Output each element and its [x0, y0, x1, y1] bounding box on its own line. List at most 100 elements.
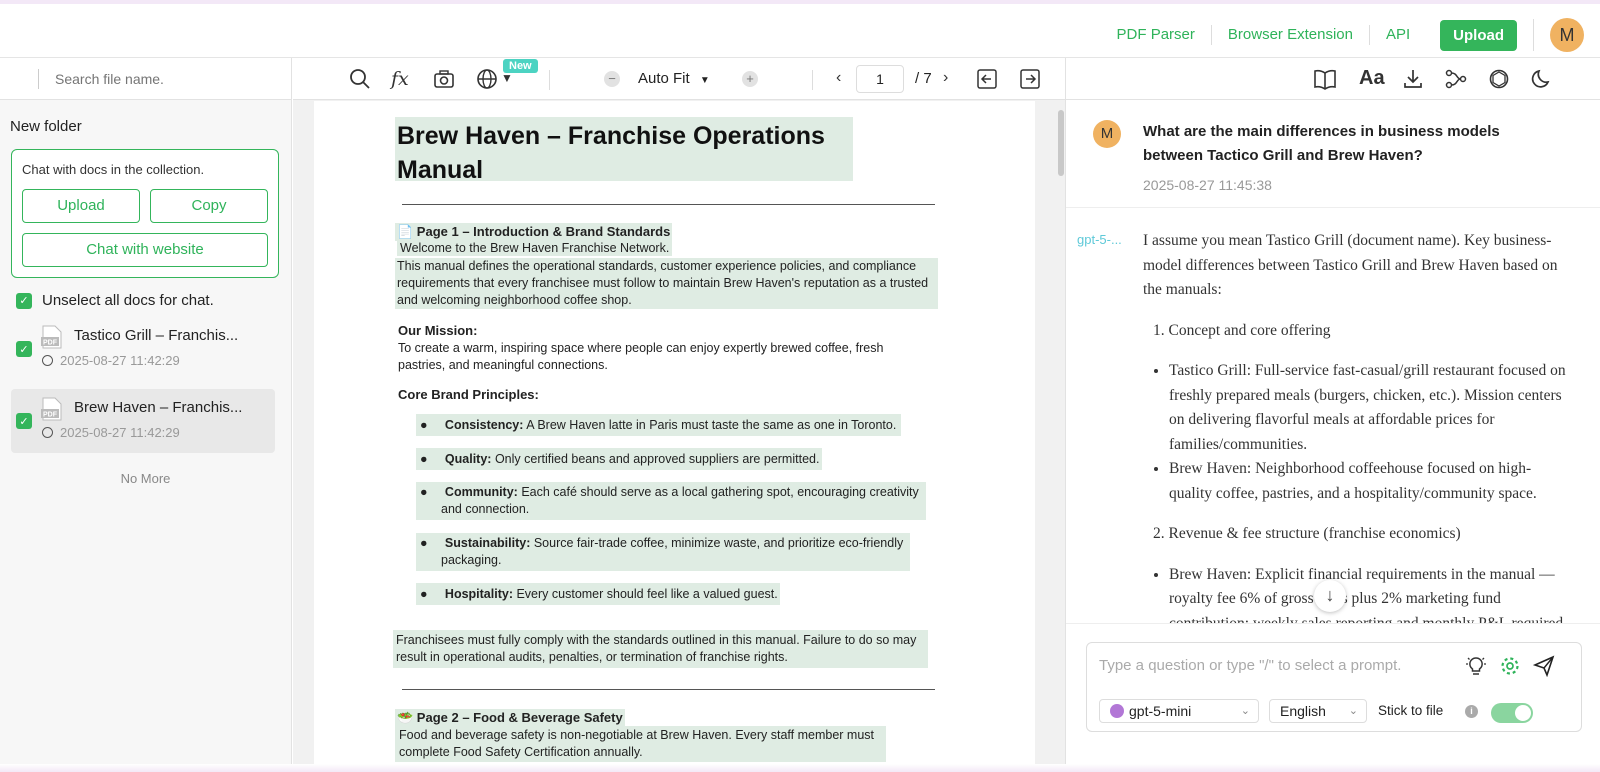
model-logo-icon	[1110, 704, 1124, 718]
divider	[402, 689, 935, 690]
doc-item-tastico[interactable]: ✓ PDF Tastico Grill – Franchis... 2025-0…	[11, 317, 275, 381]
pdf-parser-link[interactable]: PDF Parser	[1101, 25, 1212, 45]
principle-term: Hospitality:	[444, 587, 513, 601]
model-tag: gpt-5-...	[1077, 232, 1122, 247]
principle-term: Sustainability:	[444, 536, 531, 550]
chevron-right-icon[interactable]: ›	[943, 69, 948, 87]
chevron-down-icon[interactable]: ▼	[501, 71, 513, 85]
chat-toolbar: Aa	[1066, 58, 1600, 100]
checkbox-checked-icon[interactable]: ✓	[16, 292, 32, 309]
page1-heading: 📄 Page 1 – Introduction & Brand Standard…	[395, 223, 673, 241]
folder-title: New folder	[10, 118, 82, 135]
collection-box: Chat with docs in the collection. Upload…	[11, 149, 279, 278]
first-page-icon[interactable]	[976, 68, 998, 90]
lightbulb-icon[interactable]	[1465, 655, 1487, 677]
scroll-down-button[interactable]: ↓	[1314, 580, 1346, 612]
upload-button[interactable]: Upload	[22, 189, 140, 223]
toggle-knob	[1515, 705, 1531, 721]
last-page-icon[interactable]	[1019, 68, 1041, 90]
user-avatar: M	[1093, 120, 1121, 148]
doc-name: Tastico Grill – Franchis...	[74, 327, 239, 344]
answer-text: I assume you mean Tastico Grill (documen…	[1143, 229, 1573, 623]
avatar-wrap: M	[1533, 18, 1600, 52]
page-total: / 7	[915, 70, 932, 87]
zoom-in-button[interactable]: +	[742, 71, 758, 87]
answer-item-2: 2. Revenue & fee structure (franchise ec…	[1153, 525, 1461, 542]
header-upload-button[interactable]: Upload	[1440, 19, 1517, 51]
clock-icon	[42, 427, 53, 438]
language-select[interactable]: English ⌄	[1269, 699, 1367, 723]
doc-date-text: 2025-08-27 11:42:29	[60, 353, 180, 368]
svg-text:PDF: PDF	[43, 340, 58, 347]
font-size-icon[interactable]: Aa	[1359, 67, 1385, 90]
moon-icon[interactable]	[1531, 68, 1553, 90]
divider	[1066, 623, 1600, 624]
translate-globe-icon[interactable]	[476, 68, 498, 90]
page2-heading: 🥗 Page 2 – Food & Beverage Safety	[395, 709, 625, 727]
unselect-all-row[interactable]: ✓ Unselect all docs for chat.	[0, 278, 291, 309]
zoom-select[interactable]: Auto Fit ▼	[638, 70, 710, 87]
zoom-out-button[interactable]: −	[604, 71, 620, 87]
checkbox-checked-icon[interactable]: ✓	[16, 413, 32, 429]
principle-item: ● Sustainability: Source fair-trade coff…	[416, 533, 910, 571]
avatar[interactable]: M	[1550, 18, 1584, 52]
principle-term: Community:	[444, 485, 518, 499]
search-input[interactable]	[55, 70, 275, 87]
doc-name: Brew Haven – Franchis...	[74, 399, 243, 416]
openai-icon[interactable]	[1488, 68, 1510, 90]
collection-buttons: Upload Copy	[22, 189, 268, 223]
settings-gear-icon[interactable]	[1499, 655, 1521, 677]
principle-item: ● Quality: Only certified beans and appr…	[416, 448, 822, 470]
principles-heading: Core Brand Principles:	[398, 387, 539, 402]
browser-extension-link[interactable]: Browser Extension	[1212, 25, 1370, 45]
doc-item-brew-haven[interactable]: ✓ PDF Brew Haven – Franchis... 2025-08-2…	[11, 389, 275, 453]
chat-input[interactable]: Type a question or type "/" to select a …	[1099, 657, 1401, 674]
chat-with-website-button[interactable]: Chat with website	[22, 233, 268, 267]
stick-to-file-label: Stick to file	[1378, 703, 1444, 718]
info-icon[interactable]: i	[1465, 705, 1478, 718]
answer-bullets-1: Tastico Grill: Full-service fast-casual/…	[1143, 359, 1573, 506]
api-link[interactable]: API	[1370, 25, 1426, 45]
divider	[812, 70, 813, 90]
chevron-left-icon[interactable]: ‹	[836, 69, 841, 87]
stick-to-file-toggle[interactable]	[1491, 703, 1533, 723]
search-bar	[0, 58, 291, 100]
sidebar: New folder Chat with docs in the collect…	[0, 58, 292, 772]
checkbox-checked-icon[interactable]: ✓	[16, 341, 32, 357]
pdf-viewer: fx ▼ New − Auto Fit ▼ + ‹ 1 / 7 › Brew H…	[293, 58, 1065, 772]
formula-icon[interactable]: fx	[391, 68, 409, 90]
chat-panel: Aa M What are the main differences in bu…	[1065, 58, 1600, 772]
principle-item: ● Consistency: A Brew Haven latte in Par…	[416, 414, 901, 436]
collection-description: Chat with docs in the collection.	[22, 162, 205, 177]
model-select-value: gpt-5-mini	[1129, 703, 1192, 719]
principle-text: Every customer should feel like a valued…	[516, 587, 778, 601]
intro-text: This manual defines the operational stan…	[395, 258, 938, 309]
doc-date: 2025-08-27 11:42:29	[42, 353, 180, 368]
doc-title: Brew Haven – Franchise Operations Manual	[395, 117, 853, 184]
send-icon[interactable]	[1533, 655, 1555, 677]
document-page: Brew Haven – Franchise Operations Manual…	[314, 101, 1035, 772]
scrollbar-thumb[interactable]	[1058, 110, 1064, 176]
download-icon[interactable]	[1402, 68, 1424, 90]
principle-text: A Brew Haven latte in Paris must taste t…	[526, 418, 897, 432]
question-block: M What are the main differences in busin…	[1066, 100, 1600, 208]
principle-term: Quality:	[444, 452, 492, 466]
page-number-input[interactable]: 1	[856, 65, 904, 93]
mindmap-icon[interactable]	[1445, 68, 1467, 90]
new-badge: New	[503, 59, 538, 73]
divider	[38, 68, 39, 89]
search-icon[interactable]	[349, 68, 371, 90]
unselect-all-label: Unselect all docs for chat.	[42, 292, 214, 309]
svg-text:PDF: PDF	[43, 412, 58, 419]
principle-item: ● Hospitality: Every customer should fee…	[416, 583, 780, 605]
mission-heading: Our Mission:	[398, 323, 478, 338]
answer-block: gpt-5-... I assume you mean Tastico Gril…	[1066, 209, 1600, 623]
screenshot-icon[interactable]	[433, 68, 455, 90]
top-links: PDF Parser Browser Extension API Upload …	[1101, 8, 1600, 62]
principle-item: ● Community: Each café should serve as a…	[416, 482, 926, 520]
book-icon[interactable]	[1313, 68, 1337, 90]
copy-button[interactable]: Copy	[150, 189, 268, 223]
question-date: 2025-08-27 11:45:38	[1143, 177, 1272, 193]
viewer-toolbar: fx ▼ New − Auto Fit ▼ + ‹ 1 / 7 ›	[293, 58, 1065, 100]
model-select[interactable]: gpt-5-mini ⌄	[1099, 699, 1259, 723]
